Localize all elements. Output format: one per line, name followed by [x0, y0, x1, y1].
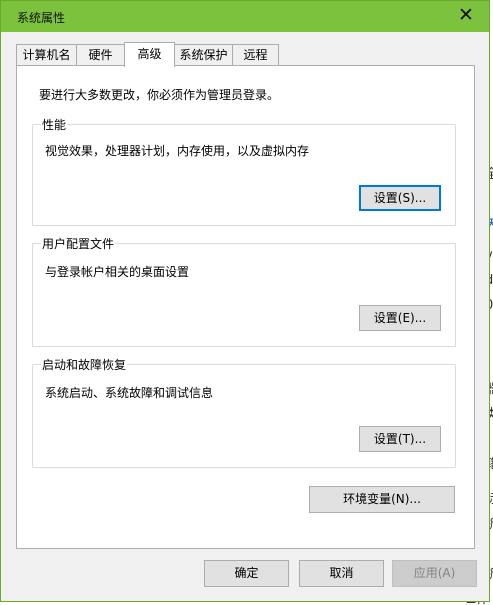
- close-button[interactable]: ✕: [443, 1, 489, 32]
- performance-group: 性能 视觉效果，处理器计划，内存使用，以及虚拟内存 设置(S)...: [32, 116, 456, 226]
- advanced-tab-panel: 要进行大多数更改，你必须作为管理员登录。 性能 视觉效果，处理器计划，内存使用，…: [16, 65, 475, 549]
- startup-recovery-title: 启动和故障恢复: [41, 356, 128, 373]
- tab-computer-name[interactable]: 计算机名: [16, 44, 77, 65]
- user-profiles-settings-button[interactable]: 设置(E)...: [359, 305, 441, 331]
- apply-button[interactable]: 应用(A): [392, 560, 477, 587]
- startup-recovery-description: 系统启动、系统故障和调试信息: [45, 386, 214, 400]
- user-profiles-group: 用户配置文件 与登录帐户相关的桌面设置 设置(E)...: [32, 235, 456, 347]
- startup-recovery-group: 启动和故障恢复 系统启动、系统故障和调试信息 设置(T)...: [32, 356, 456, 468]
- tab-advanced[interactable]: 高级: [124, 42, 175, 67]
- tab-system-protection[interactable]: 系统保护: [174, 44, 233, 65]
- tab-hardware[interactable]: 硬件: [76, 44, 125, 65]
- title-bar[interactable]: 系统属性 ✕: [1, 1, 489, 32]
- tab-remote[interactable]: 远程: [232, 44, 279, 65]
- window-title: 系统属性: [17, 11, 66, 25]
- cancel-button[interactable]: 取消: [299, 560, 384, 587]
- environment-variables-button[interactable]: 环境变量(N)...: [309, 486, 455, 513]
- close-icon: ✕: [458, 4, 474, 26]
- performance-title: 性能: [41, 116, 68, 133]
- performance-settings-button[interactable]: 设置(S)...: [359, 185, 441, 211]
- user-profiles-description: 与登录帐户相关的桌面设置: [45, 265, 190, 279]
- performance-description: 视觉效果，处理器计划，内存使用，以及虚拟内存: [45, 144, 310, 158]
- system-properties-dialog: 系统属性 ✕ 计算机名 硬件 高级 系统保护 远程 要进行大多数更改，你必须作为…: [0, 0, 490, 602]
- admin-notice: 要进行大多数更改，你必须作为管理员登录。: [39, 88, 280, 102]
- user-profiles-title: 用户配置文件: [41, 235, 116, 252]
- startup-recovery-settings-button[interactable]: 设置(T)...: [359, 426, 441, 452]
- ok-button[interactable]: 确定: [204, 560, 289, 587]
